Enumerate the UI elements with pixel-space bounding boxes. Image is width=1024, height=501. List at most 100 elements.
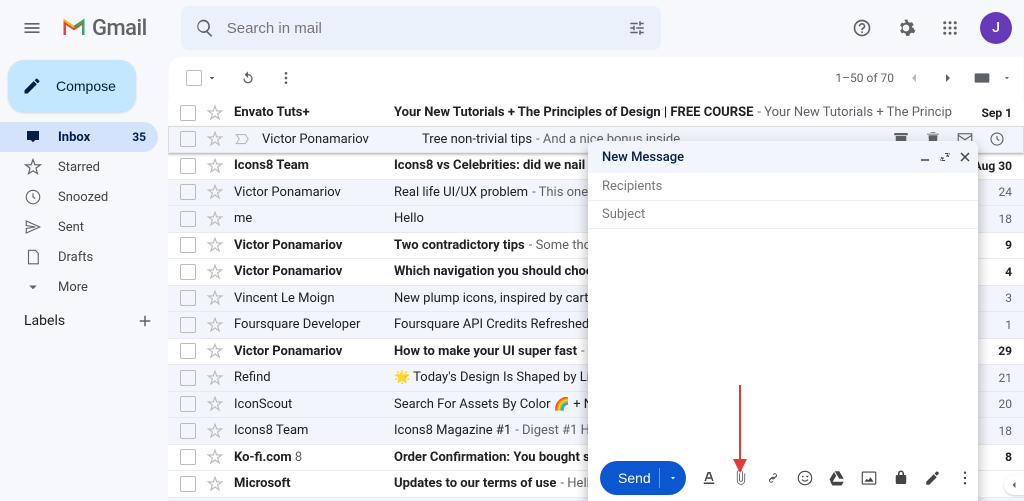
search-bar[interactable]	[181, 6, 661, 50]
labels-header: Labels	[0, 302, 168, 330]
confidential-button[interactable]	[892, 469, 910, 487]
attach-button[interactable]	[732, 469, 750, 487]
signature-button[interactable]	[924, 469, 942, 487]
more-options-button[interactable]	[956, 469, 974, 487]
email-checkbox[interactable]	[180, 184, 196, 200]
star-button[interactable]	[206, 210, 224, 228]
email-checkbox[interactable]	[180, 423, 196, 439]
gmail-logo[interactable]: Gmail	[60, 16, 147, 41]
star-button[interactable]	[206, 342, 224, 360]
close-button[interactable]	[960, 152, 970, 162]
sidebar-item-inbox[interactable]: Inbox35	[0, 122, 158, 152]
label-icon	[234, 130, 252, 148]
email-checkbox[interactable]	[180, 158, 196, 174]
star-icon	[206, 448, 224, 466]
star-button[interactable]	[206, 263, 224, 281]
search-input[interactable]	[223, 19, 619, 38]
subject-field[interactable]: Subject	[588, 201, 978, 229]
emoji-icon	[796, 469, 814, 487]
email-checkbox[interactable]	[180, 105, 196, 121]
gmail-icon	[60, 17, 88, 39]
refresh-button[interactable]	[232, 62, 264, 94]
snooze-icon[interactable]	[988, 130, 1006, 148]
email-checkbox[interactable]	[180, 370, 196, 386]
email-sender: me	[234, 211, 384, 226]
sidebar-item-snoozed[interactable]: Snoozed	[0, 182, 158, 212]
star-button[interactable]	[206, 369, 224, 387]
support-button[interactable]	[842, 8, 882, 48]
compose-header[interactable]: New Message	[588, 141, 978, 173]
sidebar-item-starred[interactable]: Starred	[0, 152, 158, 182]
email-row[interactable]: Envato Tuts+Your New Tutorials + The Pri…	[168, 100, 1024, 127]
inbox-icon	[24, 128, 42, 146]
sidebar-item-more[interactable]: More	[0, 272, 158, 302]
star-button[interactable]	[206, 475, 224, 493]
select-all-checkbox[interactable]	[186, 70, 202, 86]
add-label-button[interactable]	[136, 312, 154, 330]
lock-clock-icon	[892, 469, 910, 487]
fullscreen-button[interactable]	[940, 152, 950, 162]
input-tools-button[interactable]	[968, 64, 996, 92]
more-vert-icon	[956, 469, 974, 487]
star-button[interactable]	[206, 130, 224, 148]
star-button[interactable]	[206, 395, 224, 413]
star-button[interactable]	[206, 422, 224, 440]
gmail-wordmark: Gmail	[92, 16, 147, 41]
star-button[interactable]	[206, 236, 224, 254]
apps-button[interactable]	[930, 8, 970, 48]
important-button[interactable]	[234, 130, 252, 148]
emoji-button[interactable]	[796, 469, 814, 487]
prev-page-button[interactable]	[900, 64, 928, 92]
email-checkbox[interactable]	[180, 449, 196, 465]
email-checkbox[interactable]	[180, 211, 196, 227]
chevron-right-icon	[940, 70, 956, 86]
search-icon	[195, 18, 215, 38]
star-button[interactable]	[206, 316, 224, 334]
next-page-button[interactable]	[934, 64, 962, 92]
star-icon	[206, 342, 224, 360]
send-button[interactable]: Send	[600, 461, 686, 495]
formatting-button[interactable]	[700, 469, 718, 487]
star-icon	[206, 210, 224, 228]
star-button[interactable]	[206, 448, 224, 466]
sidebar-item-drafts[interactable]: Drafts	[0, 242, 158, 272]
email-checkbox[interactable]	[180, 343, 196, 359]
search-options-button[interactable]	[619, 10, 655, 46]
star-button[interactable]	[206, 157, 224, 175]
email-checkbox[interactable]	[180, 476, 196, 492]
compose-body[interactable]	[588, 229, 978, 455]
star-icon	[206, 104, 224, 122]
email-checkbox[interactable]	[180, 237, 196, 253]
minimize-button[interactable]	[920, 152, 930, 162]
email-sender: Microsoft	[234, 476, 384, 491]
sidebar-item-sent[interactable]: Sent	[0, 212, 158, 242]
settings-button[interactable]	[886, 8, 926, 48]
drive-button[interactable]	[828, 469, 846, 487]
send-icon	[24, 218, 42, 236]
star-button[interactable]	[206, 104, 224, 122]
star-button[interactable]	[206, 289, 224, 307]
email-checkbox[interactable]	[180, 290, 196, 306]
pencil-icon	[22, 76, 42, 96]
email-checkbox[interactable]	[180, 264, 196, 280]
chevron-down-icon	[668, 473, 678, 483]
email-sender: Vincent Le Moign	[234, 291, 384, 306]
more-button[interactable]	[270, 62, 302, 94]
side-panel-toggle[interactable]	[1004, 475, 1024, 495]
image-icon	[860, 469, 878, 487]
recipients-field[interactable]: Recipients	[588, 173, 978, 201]
email-checkbox[interactable]	[180, 131, 196, 147]
search-button[interactable]	[187, 10, 223, 46]
link-button[interactable]	[764, 469, 782, 487]
menu-button[interactable]	[12, 8, 52, 48]
compose-button[interactable]: Compose	[8, 60, 136, 112]
star-button[interactable]	[206, 183, 224, 201]
chevron-down-icon[interactable]	[206, 72, 218, 84]
header: Gmail J	[0, 0, 1024, 56]
email-checkbox[interactable]	[180, 396, 196, 412]
image-button[interactable]	[860, 469, 878, 487]
paperclip-icon	[732, 469, 750, 487]
account-avatar[interactable]: J	[980, 12, 1012, 44]
email-checkbox[interactable]	[180, 317, 196, 333]
chevron-down-icon[interactable]	[1002, 73, 1012, 83]
